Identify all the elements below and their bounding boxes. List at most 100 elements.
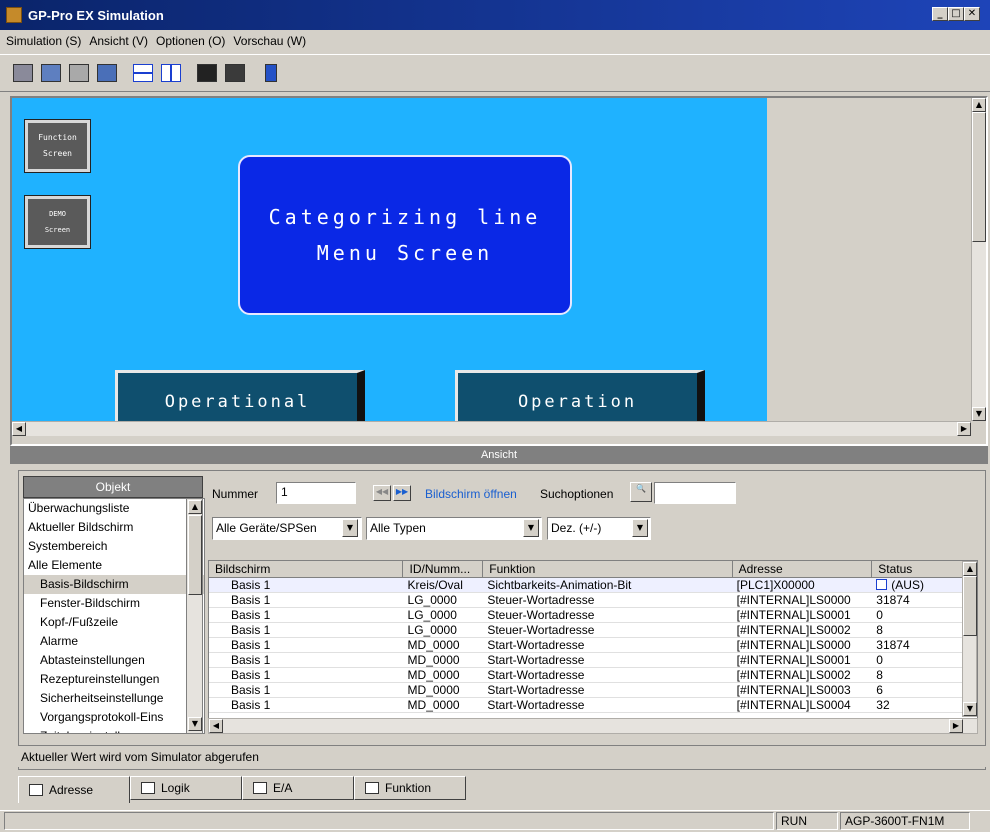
objekt-item[interactable]: Rezeptureinstellungen xyxy=(24,670,204,689)
objekt-item[interactable]: Abtasteinstellungen xyxy=(24,651,204,670)
tool-icon[interactable] xyxy=(222,60,248,86)
col-funktion[interactable]: Funktion xyxy=(483,561,733,577)
table-cell: Start-Wortadresse xyxy=(487,653,585,667)
table-cell: Kreis/Oval xyxy=(407,578,463,592)
scroll-down-icon[interactable]: ▼ xyxy=(972,407,986,421)
table-row[interactable]: Basis 1 MD_0000 Start-Wortadresse [#INTERNA… xyxy=(209,653,977,668)
function-icon[interactable] xyxy=(94,60,120,86)
col-bildschirm[interactable]: Bildschirm xyxy=(209,561,404,577)
menu-vorschau[interactable]: Vorschau (W) xyxy=(233,34,306,48)
table-scroll-down-icon[interactable]: ▼ xyxy=(963,702,977,716)
table-scroll-thumb[interactable] xyxy=(963,576,977,636)
format-dropdown-icon[interactable]: ▼ xyxy=(632,519,648,537)
io-icon[interactable] xyxy=(66,60,92,86)
type-filter-select[interactable]: Alle Typen xyxy=(366,517,542,540)
objekt-item[interactable]: Alarme xyxy=(24,632,204,651)
table-cell: [#INTERNAL]LS0002 xyxy=(736,668,851,682)
ansicht-bar: Ansicht xyxy=(10,446,988,464)
nummer-input[interactable]: 1 xyxy=(276,482,356,504)
objekt-item[interactable]: Systembereich xyxy=(24,537,204,556)
checkbox-icon[interactable] xyxy=(876,579,888,590)
address-table: Bildschirm ID/Numm... Funktion Adresse S… xyxy=(208,560,978,734)
tab-funktion[interactable]: Funktion xyxy=(354,776,466,800)
operation-button[interactable]: Operation xyxy=(455,370,705,421)
table-scroll-left-icon[interactable]: ◀ xyxy=(209,719,223,733)
scroll-right-icon[interactable]: ▶ xyxy=(957,422,971,436)
demo-btn-line2: Screen xyxy=(44,226,71,234)
objekt-item[interactable]: Vorgangsprotokoll-Eins xyxy=(24,708,204,727)
objekt-item[interactable]: Basis-Bildschirm xyxy=(24,575,204,594)
table-row[interactable]: Basis 1 MD_0000 Start-Wortadresse [#INTERNA… xyxy=(209,668,977,683)
type-dropdown-icon[interactable]: ▼ xyxy=(523,519,539,537)
table-cell: LG_0000 xyxy=(407,623,457,637)
menu-ansicht[interactable]: Ansicht (V) xyxy=(89,34,148,48)
maximize-button[interactable]: □ xyxy=(948,7,964,21)
objekt-item[interactable]: Kopf-/Fußzeile xyxy=(24,613,204,632)
menu-simulation[interactable]: Simulation (S) xyxy=(6,34,81,48)
table-horizontal-scrollbar[interactable]: ◀ ▶ xyxy=(208,718,978,734)
device-filter-select[interactable]: Alle Geräte/SPSen xyxy=(212,517,362,540)
next-icon[interactable]: ▶▶ xyxy=(393,485,411,501)
window-title: GP-Pro EX Simulation xyxy=(28,7,164,23)
tab-logik[interactable]: Logik xyxy=(130,776,242,800)
operation-label: Operation xyxy=(517,391,638,412)
prev-icon[interactable]: ◀◀ xyxy=(373,485,391,501)
minimize-button[interactable]: _ xyxy=(932,7,948,21)
table-row[interactable]: Basis 1 LG_0000 Steuer-Wortadresse [#INTERN… xyxy=(209,593,977,608)
camera-icon[interactable] xyxy=(194,60,220,86)
exit-icon[interactable] xyxy=(258,60,284,86)
table-row[interactable]: Basis 1 Kreis/Oval Sichtbarkeits-Animation… xyxy=(209,578,977,593)
scroll-up-icon[interactable]: ▲ xyxy=(972,98,986,112)
monitor-icon[interactable] xyxy=(10,60,36,86)
objekt-scrollbar[interactable]: ▲ ▼ xyxy=(186,498,203,734)
objekt-item[interactable]: Zeitplaneinstellungen xyxy=(24,727,204,733)
table-row[interactable]: Basis 1 LG_0000 Steuer-Wortadresse [#INTERN… xyxy=(209,623,977,638)
demo-screen-button[interactable]: DEMO Screen xyxy=(24,195,91,249)
table-row[interactable]: Basis 1 MD_0000 Start-Wortadresse [#INTERNA… xyxy=(209,638,977,653)
table-cell: MD_0000 xyxy=(407,638,460,652)
search-input[interactable] xyxy=(654,482,736,504)
table-cell: [#INTERNAL]LS0001 xyxy=(736,653,851,667)
tab-logik-label: Logik xyxy=(161,781,190,795)
objekt-item[interactable]: Überwachungsliste xyxy=(24,499,204,518)
table-row[interactable]: Basis 1 LG_0000 Steuer-Wortadresse [#INTERN… xyxy=(209,608,977,623)
function-screen-button[interactable]: Function Screen xyxy=(24,119,91,173)
table-cell: Basis 1 xyxy=(231,683,271,697)
objekt-scroll-up-icon[interactable]: ▲ xyxy=(188,500,202,514)
operational-button[interactable]: Operational xyxy=(115,370,365,421)
tab-adresse[interactable]: Adresse xyxy=(18,776,130,803)
objekt-scroll-down-icon[interactable]: ▼ xyxy=(188,717,202,731)
function-btn-line2: Screen xyxy=(43,149,72,158)
table-scroll-right-icon[interactable]: ▶ xyxy=(949,719,963,733)
close-button[interactable]: ✕ xyxy=(964,7,980,21)
table-cell: Start-Wortadresse xyxy=(487,698,585,712)
objekt-scroll-thumb[interactable] xyxy=(188,515,202,595)
split-vertical-icon[interactable] xyxy=(158,60,184,86)
table-vertical-scrollbar[interactable]: ▲ ▼ xyxy=(962,561,977,717)
scroll-left-icon[interactable]: ◀ xyxy=(12,422,26,436)
open-screen-link[interactable]: Bildschirm öffnen xyxy=(425,487,517,501)
table-cell: [#INTERNAL]LS0004 xyxy=(736,698,851,712)
device-icon[interactable] xyxy=(38,60,64,86)
device-dropdown-icon[interactable]: ▼ xyxy=(342,519,358,537)
table-cell: MD_0000 xyxy=(407,698,460,712)
objekt-item[interactable]: Aktueller Bildschirm xyxy=(24,518,204,537)
table-scroll-up-icon[interactable]: ▲ xyxy=(963,562,977,576)
status-message: Aktueller Wert wird vom Simulator abgeru… xyxy=(18,745,986,767)
device-model: AGP-3600T-FN1M xyxy=(840,812,970,830)
menu-optionen[interactable]: Optionen (O) xyxy=(156,34,225,48)
split-horizontal-icon[interactable] xyxy=(130,60,156,86)
col-adresse[interactable]: Adresse xyxy=(733,561,873,577)
screen-vertical-scrollbar[interactable]: ▲ ▼ xyxy=(971,98,986,421)
scroll-thumb[interactable] xyxy=(972,112,986,242)
tab-ea[interactable]: E/A xyxy=(242,776,354,800)
objekt-item[interactable]: Fenster-Bildschirm xyxy=(24,594,204,613)
objekt-item[interactable]: Sicherheitseinstellunge xyxy=(24,689,204,708)
table-row[interactable]: Basis 1 MD_0000 Start-Wortadresse [#INTERNA… xyxy=(209,698,977,713)
col-id[interactable]: ID/Numm... xyxy=(403,561,484,577)
objekt-item[interactable]: Alle Elemente xyxy=(24,556,204,575)
table-row[interactable]: Basis 1 MD_0000 Start-Wortadresse [#INTERNA… xyxy=(209,683,977,698)
table-cell: MD_0000 xyxy=(407,653,460,667)
search-icon[interactable]: 🔍 xyxy=(630,482,652,502)
screen-horizontal-scrollbar[interactable]: ◀ ▶ xyxy=(12,421,971,436)
